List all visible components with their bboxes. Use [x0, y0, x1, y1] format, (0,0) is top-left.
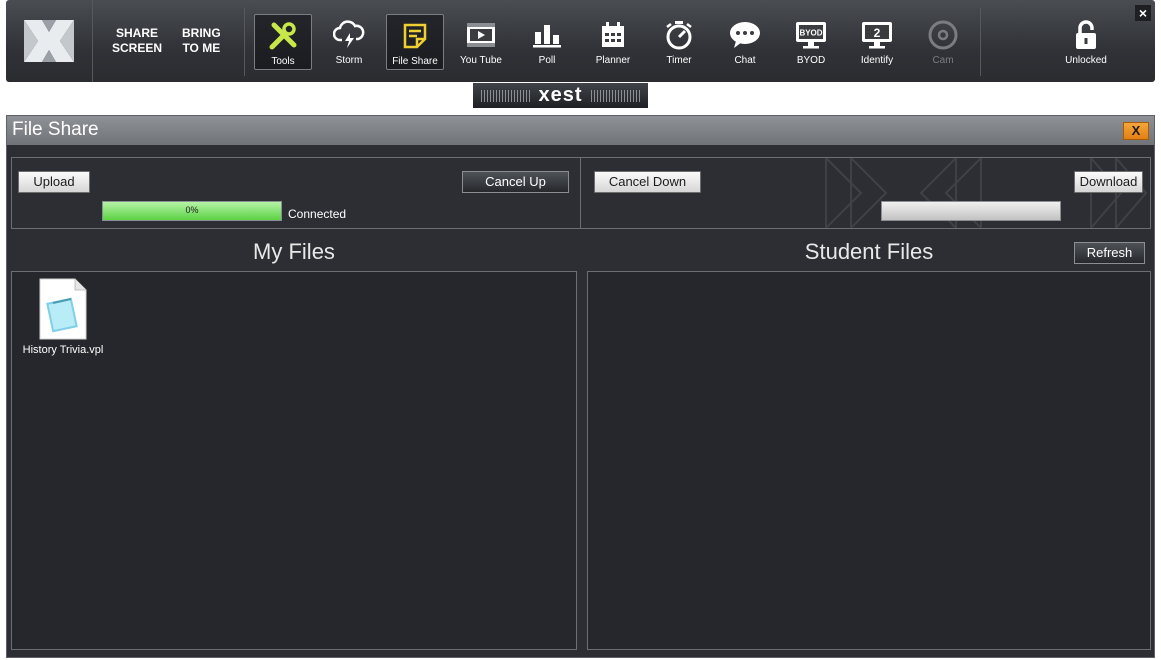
app-logo[interactable]: [6, 0, 93, 82]
my-files-pane[interactable]: History Trivia.vpl: [11, 271, 577, 650]
video-icon: [466, 18, 496, 52]
logo-icon: [24, 20, 74, 62]
download-progress-bar: [881, 201, 1061, 221]
upload-panel: Upload Cancel Up 0% Connected: [11, 157, 581, 229]
bring-to-me-button[interactable]: BRING TO ME: [182, 26, 221, 56]
brand-name: xest: [538, 84, 583, 106]
xest-brand-tab[interactable]: xest: [473, 83, 648, 108]
cancel-up-button[interactable]: Cancel Up: [462, 171, 569, 193]
cancel-down-button[interactable]: Cancel Down: [594, 171, 701, 193]
tool-poll[interactable]: Poll: [518, 14, 576, 70]
stopwatch-icon: [664, 18, 694, 52]
window-close-button[interactable]: X: [1123, 122, 1149, 140]
tool-label: Identify: [860, 55, 894, 66]
unlocked-padlock-icon: [1074, 18, 1098, 52]
decorative-bars: [481, 89, 531, 102]
identify-monitor-icon: 2: [861, 18, 893, 52]
tool-label: Cam: [932, 55, 954, 66]
document-notepad-icon: [39, 278, 87, 340]
main-toolbar: SHARE SCREEN BRING TO ME Tools Storm Fil…: [6, 0, 1155, 82]
chat-bubble-icon: [729, 18, 761, 52]
download-button[interactable]: Download: [1074, 171, 1143, 193]
tool-label: Poll: [538, 55, 556, 66]
svg-text:BYOD: BYOD: [799, 29, 822, 38]
share-screen-button[interactable]: SHARE SCREEN: [112, 26, 162, 56]
tool-label: Timer: [666, 55, 692, 66]
my-files-title: My Files: [253, 239, 335, 264]
share-screen-label: SHARE SCREEN: [112, 26, 163, 55]
tool-label: You Tube: [460, 55, 502, 66]
tool-label: File Share: [392, 56, 438, 67]
window-titlebar[interactable]: File Share X: [7, 116, 1154, 145]
camera-icon: [928, 18, 958, 52]
bring-to-me-label: BRING TO ME: [182, 26, 221, 55]
file-share-icon: [402, 19, 428, 53]
window-title: File Share: [12, 119, 99, 140]
file-item[interactable]: History Trivia.vpl: [18, 278, 108, 356]
toolbar-divider: [244, 8, 245, 76]
upload-button[interactable]: Upload: [18, 171, 90, 193]
file-name: History Trivia.vpl: [22, 344, 104, 356]
tool-chat[interactable]: Chat: [716, 14, 774, 70]
tool-label: Tools: [271, 56, 295, 67]
tool-label: Storm: [335, 55, 363, 66]
tool-file-share[interactable]: File Share: [386, 14, 444, 70]
tool-youtube[interactable]: You Tube: [452, 14, 510, 70]
tool-label: BYOD: [796, 55, 826, 66]
lock-toggle[interactable]: Unlocked: [1056, 14, 1116, 70]
student-files-pane[interactable]: [587, 271, 1151, 650]
download-panel: Cancel Down Download: [580, 157, 1151, 229]
tool-tools[interactable]: Tools: [254, 14, 312, 70]
wrench-screwdriver-icon: [268, 19, 298, 53]
tool-identify[interactable]: 2 Identify: [848, 14, 906, 70]
refresh-button[interactable]: Refresh: [1074, 242, 1145, 264]
toolbar-divider: [980, 8, 981, 76]
unlocked-label: Unlocked: [1065, 55, 1107, 66]
upload-progress-bar: 0%: [102, 201, 282, 221]
tool-timer[interactable]: Timer: [650, 14, 708, 70]
upload-progress-text: 0%: [185, 205, 199, 215]
tool-cam[interactable]: Cam: [914, 14, 972, 70]
calendar-icon: [599, 18, 627, 52]
toolbar-close-button[interactable]: ×: [1135, 5, 1151, 21]
file-share-window: File Share X Upload Cancel Up 0% Connect…: [6, 115, 1155, 658]
svg-text:2: 2: [874, 26, 881, 40]
decorative-bars: [590, 89, 640, 102]
lightning-cloud-icon: [333, 18, 365, 52]
tool-label: Chat: [734, 55, 756, 66]
bar-chart-icon: [532, 18, 562, 52]
tool-label: Planner: [595, 55, 631, 66]
tool-storm[interactable]: Storm: [320, 14, 378, 70]
byod-monitor-icon: BYOD: [795, 18, 827, 52]
tool-planner[interactable]: Planner: [584, 14, 642, 70]
connection-status: Connected: [288, 207, 347, 221]
tool-byod[interactable]: BYOD BYOD: [782, 14, 840, 70]
student-files-title: Student Files: [804, 239, 934, 264]
